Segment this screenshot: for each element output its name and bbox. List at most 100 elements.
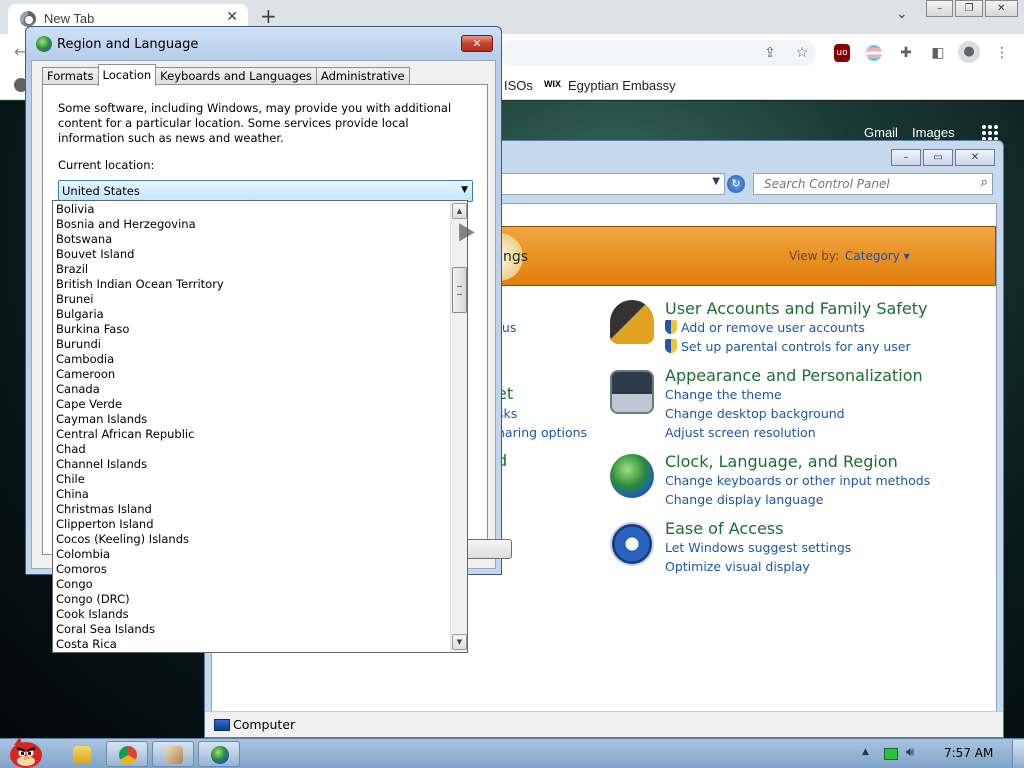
taskbar: ▲ 🔊︎ 7:57 AM — [0, 737, 1024, 768]
taskbar-explorer[interactable] — [60, 741, 102, 767]
location-option[interactable]: Christmas Island — [53, 502, 450, 517]
taskbar-control-panel[interactable] — [152, 741, 194, 767]
taskbar-chrome[interactable] — [106, 741, 148, 767]
location-option[interactable]: Cocos (Keeling) Islands — [53, 532, 450, 547]
view-by-category-dropdown[interactable]: Category ▾ — [845, 249, 910, 263]
location-option[interactable]: Canada — [53, 382, 450, 397]
gmail-link[interactable]: Gmail — [864, 125, 898, 140]
cp-status-bar: Computer — [205, 711, 1003, 737]
location-option[interactable]: Cape Verde — [53, 397, 450, 412]
scroll-up-arrow-icon[interactable]: ▲ — [452, 203, 467, 219]
bookmark-star-icon[interactable]: ☆ — [792, 43, 812, 63]
tab-title: New Tab — [44, 11, 95, 26]
start-button-angry-bird-icon[interactable] — [4, 733, 48, 768]
location-option[interactable]: Colombia — [53, 547, 450, 562]
location-option[interactable]: Burkina Faso — [53, 322, 450, 337]
link-change-theme[interactable]: Change the theme — [665, 387, 782, 402]
scroll-thumb[interactable] — [452, 267, 467, 313]
location-option[interactable]: Chad — [53, 442, 450, 457]
close-button[interactable]: ✕ — [984, 0, 1018, 17]
location-dropdown-list[interactable]: Bolivia Bosnia and Herzegovina Botswana Bou… — [52, 200, 468, 653]
link-change-desktop-background[interactable]: Change desktop background — [665, 406, 845, 421]
location-option[interactable]: Costa Rica — [53, 637, 450, 652]
link-change-keyboards[interactable]: Change keyboards or other input methods — [665, 473, 930, 488]
location-option[interactable]: Bosnia and Herzegovina — [53, 217, 450, 232]
bookmark-isos[interactable]: ISOs — [504, 78, 533, 93]
location-option[interactable]: Comoros — [53, 562, 450, 577]
link-parental-controls[interactable]: Set up parental controls for any user — [665, 339, 911, 354]
cp-close-button[interactable]: ✕ — [955, 149, 995, 166]
location-option[interactable]: Brazil — [53, 262, 450, 277]
tray-show-hidden-icon[interactable]: ▲ — [862, 747, 869, 757]
user-accounts-icon[interactable] — [610, 300, 654, 344]
category-clock-language-region-title[interactable]: Clock, Language, and Region — [665, 452, 898, 471]
location-option[interactable]: Channel Islands — [53, 457, 450, 472]
share-icon[interactable]: ⇪ — [760, 43, 780, 63]
location-description: Some software, including Windows, may pr… — [58, 101, 452, 145]
location-option[interactable]: Central African Republic — [53, 427, 450, 442]
link-adjust-screen-resolution[interactable]: Adjust screen resolution — [665, 425, 816, 440]
location-option[interactable]: Bulgaria — [53, 307, 450, 322]
cp-maximize-button[interactable]: ▭ — [923, 149, 953, 166]
chrome-menu-icon[interactable]: ⋮ — [992, 43, 1012, 63]
appearance-monitor-icon[interactable] — [610, 370, 654, 414]
location-option[interactable]: Clipperton Island — [53, 517, 450, 532]
category-user-accounts-title[interactable]: User Accounts and Family Safety — [665, 299, 928, 318]
show-desktop-button[interactable] — [1012, 740, 1024, 768]
tab-close-icon[interactable]: ✕ — [226, 9, 238, 25]
link-optimize-visual-display[interactable]: Optimize visual display — [665, 559, 810, 574]
tray-power-icon[interactable] — [884, 748, 898, 760]
location-option[interactable]: Brunei — [53, 292, 450, 307]
location-option[interactable]: Cayman Islands — [53, 412, 450, 427]
category-ease-of-access-title[interactable]: Ease of Access — [665, 519, 783, 538]
restore-button[interactable]: ❐ — [955, 0, 983, 17]
scroll-down-arrow-icon[interactable]: ▼ — [452, 634, 467, 650]
link-add-remove-user-accounts[interactable]: Add or remove user accounts — [665, 320, 865, 335]
extensions-puzzle-icon[interactable]: ✚ — [896, 43, 916, 63]
location-option[interactable]: Bolivia — [53, 202, 450, 217]
current-location-select[interactable]: United States ▼ — [58, 180, 473, 202]
location-option[interactable]: Botswana — [53, 232, 450, 247]
partial-link[interactable]: haring options — [497, 425, 587, 440]
location-option[interactable]: British Indian Ocean Territory — [53, 277, 450, 292]
google-apps-grid-icon[interactable] — [982, 125, 998, 141]
location-option[interactable]: Bouvet Island — [53, 247, 450, 262]
taskbar-region-language[interactable] — [198, 741, 240, 767]
cp-minimize-button[interactable]: – — [891, 149, 921, 166]
tray-volume-icon[interactable]: 🔊︎ — [906, 745, 914, 760]
address-dropdown-icon[interactable]: ▼ — [712, 176, 720, 187]
location-option[interactable]: Burundi — [53, 337, 450, 352]
bookmark-egyptian-embassy[interactable]: Egyptian Embassy — [568, 78, 676, 93]
refresh-icon[interactable]: ↻ — [727, 175, 745, 193]
location-option[interactable]: Cook Islands — [53, 607, 450, 622]
taskbar-clock[interactable]: 7:57 AM — [944, 746, 993, 760]
tab-location[interactable]: Location — [97, 64, 157, 86]
location-option[interactable]: Congo (DRC) — [53, 592, 450, 607]
category-appearance-title[interactable]: Appearance and Personalization — [665, 366, 923, 385]
dialog-button-partial[interactable] — [466, 539, 512, 559]
location-option[interactable]: China — [53, 487, 450, 502]
cp-search-input[interactable] — [754, 174, 964, 194]
dialog-close-button[interactable]: ✕ — [461, 35, 493, 52]
tab-search-chevron-icon[interactable]: ⌄ — [896, 6, 908, 22]
location-option[interactable]: Cambodia — [53, 352, 450, 367]
flag-extension-icon[interactable] — [866, 45, 882, 61]
link-change-display-language[interactable]: Change display language — [665, 492, 823, 507]
location-option[interactable]: Congo — [53, 577, 450, 592]
minimize-button[interactable]: – — [926, 0, 954, 17]
dropdown-arrow-icon[interactable]: ▼ — [461, 185, 468, 195]
ease-of-access-icon[interactable] — [610, 522, 654, 566]
ublock-extension-icon[interactable]: uo — [834, 44, 850, 62]
cp-address-bar[interactable]: ▼ — [497, 173, 725, 195]
location-option[interactable]: Cameroon — [53, 367, 450, 382]
side-panel-icon[interactable]: ◧ — [928, 43, 948, 63]
search-icon[interactable]: ⌕ — [981, 175, 988, 190]
location-option[interactable]: Chile — [53, 472, 450, 487]
link-let-windows-suggest-settings[interactable]: Let Windows suggest settings — [665, 540, 851, 555]
new-tab-button[interactable]: + — [260, 4, 277, 28]
location-option[interactable]: Coral Sea Islands — [53, 622, 450, 637]
list-scrollbar[interactable]: ▲ ▼ — [450, 201, 467, 652]
clock-globe-icon[interactable] — [610, 454, 654, 498]
profile-avatar-icon[interactable]: ● — [958, 41, 980, 63]
images-link[interactable]: Images — [912, 125, 955, 140]
